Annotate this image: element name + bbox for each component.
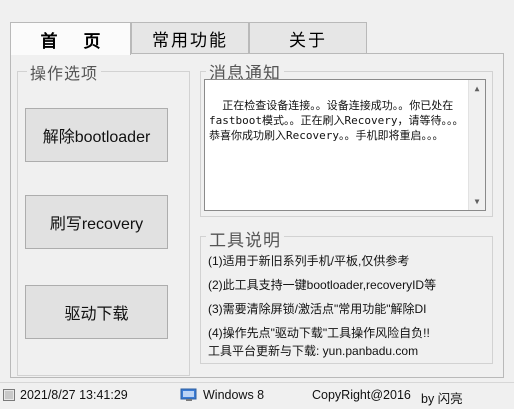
tool-line-2: (2)此工具支持一键bootloader,recoveryID等 — [208, 278, 437, 292]
tab-about[interactable]: 关于 — [249, 22, 367, 54]
tool-line-3: (3)需要清除屏锁/激活点"常用功能"解除DI — [208, 302, 427, 316]
operations-group-title: 操作选项 — [27, 60, 102, 84]
tab-home[interactable]: 首 页 — [10, 22, 131, 55]
driver-download-button[interactable]: 驱动下载 — [25, 285, 168, 339]
flash-recovery-button[interactable]: 刷写recovery — [25, 195, 168, 249]
message-log-textarea[interactable]: 正在检查设备连接。。设备连接成功。。你已处在fastboot模式。。正在刷入Re… — [204, 79, 486, 211]
tool-line-4: (4)操作先点"驱动下载"工具操作风险自负!! — [208, 326, 430, 340]
tool-line-5: 工具平台更新与下载: yun.panbadu.com — [208, 344, 419, 358]
scroll-down-icon[interactable]: ▼ — [469, 193, 485, 210]
status-datetime: 2021/8/27 13:41:29 — [20, 388, 128, 402]
tool-line-1: (1)适用于新旧系列手机/平板,仅供参考 — [208, 254, 410, 268]
status-author: by 闪亮 — [421, 392, 463, 406]
status-bar: 2021/8/27 13:41:29 Windows 8 CopyRight@2… — [0, 382, 514, 409]
tools-group-title: 工具说明 — [206, 226, 284, 251]
status-panel-icon — [3, 389, 15, 401]
status-copyright: CopyRight@2016 — [312, 388, 411, 402]
tab-common-functions[interactable]: 常用功能 — [131, 22, 249, 54]
message-log-text: 正在检查设备连接。。设备连接成功。。你已处在fastboot模式。。正在刷入Re… — [209, 99, 464, 142]
scroll-up-icon[interactable]: ▲ — [469, 80, 485, 97]
unlock-bootloader-button[interactable]: 解除bootloader — [25, 108, 168, 162]
monitor-icon — [180, 388, 198, 402]
message-log-scrollbar[interactable]: ▲ ▼ — [468, 80, 485, 210]
status-os: Windows 8 — [203, 388, 265, 402]
